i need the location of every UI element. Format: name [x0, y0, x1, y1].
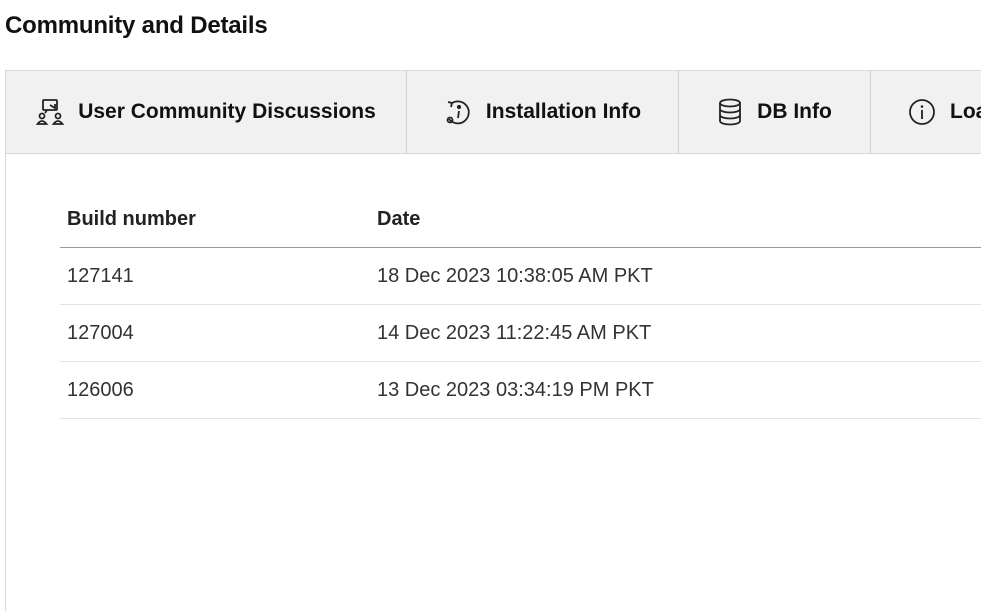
table-header: Build number Date — [60, 191, 981, 248]
tab-user-community-discussions[interactable]: User Community Discussions — [6, 71, 407, 153]
date-cell: 14 Dec 2023 11:22:45 AM PKT — [377, 321, 652, 344]
tab-label: User Community Discussions — [78, 100, 376, 123]
build-number-cell: 126006 — [67, 378, 134, 401]
date-cell: 18 Dec 2023 10:38:05 AM PKT — [377, 264, 653, 287]
details-panel: User Community Discussions Installation … — [5, 70, 981, 611]
column-header-date: Date — [377, 207, 421, 230]
community-icon — [36, 98, 65, 126]
page-title: Community and Details — [5, 12, 268, 39]
tab-label: Installation Info — [485, 100, 642, 123]
database-icon — [717, 98, 743, 126]
build-number-cell: 127004 — [67, 321, 134, 344]
tab-bar: User Community Discussions Installation … — [6, 71, 981, 154]
table-row: 126006 13 Dec 2023 03:34:19 PM PKT — [60, 362, 981, 419]
column-header-build-number: Build number — [67, 207, 196, 230]
tab-installation-info[interactable]: Installation Info — [407, 71, 679, 153]
table-row: 127004 14 Dec 2023 11:22:45 AM PKT — [60, 305, 981, 362]
build-history-table: Build number Date 127141 18 Dec 2023 10:… — [60, 191, 981, 419]
date-cell: 13 Dec 2023 03:34:19 PM PKT — [377, 378, 654, 401]
tab-db-info[interactable]: DB Info — [679, 71, 871, 153]
info-icon — [908, 98, 936, 126]
build-number-cell: 127141 — [67, 264, 134, 287]
table-row: 127141 18 Dec 2023 10:38:05 AM PKT — [60, 248, 981, 305]
installation-info-icon — [444, 98, 472, 126]
tab-label: DB Info — [757, 100, 832, 123]
tab-label: Loa — [950, 100, 981, 123]
tab-loa[interactable]: Loa — [871, 71, 981, 153]
